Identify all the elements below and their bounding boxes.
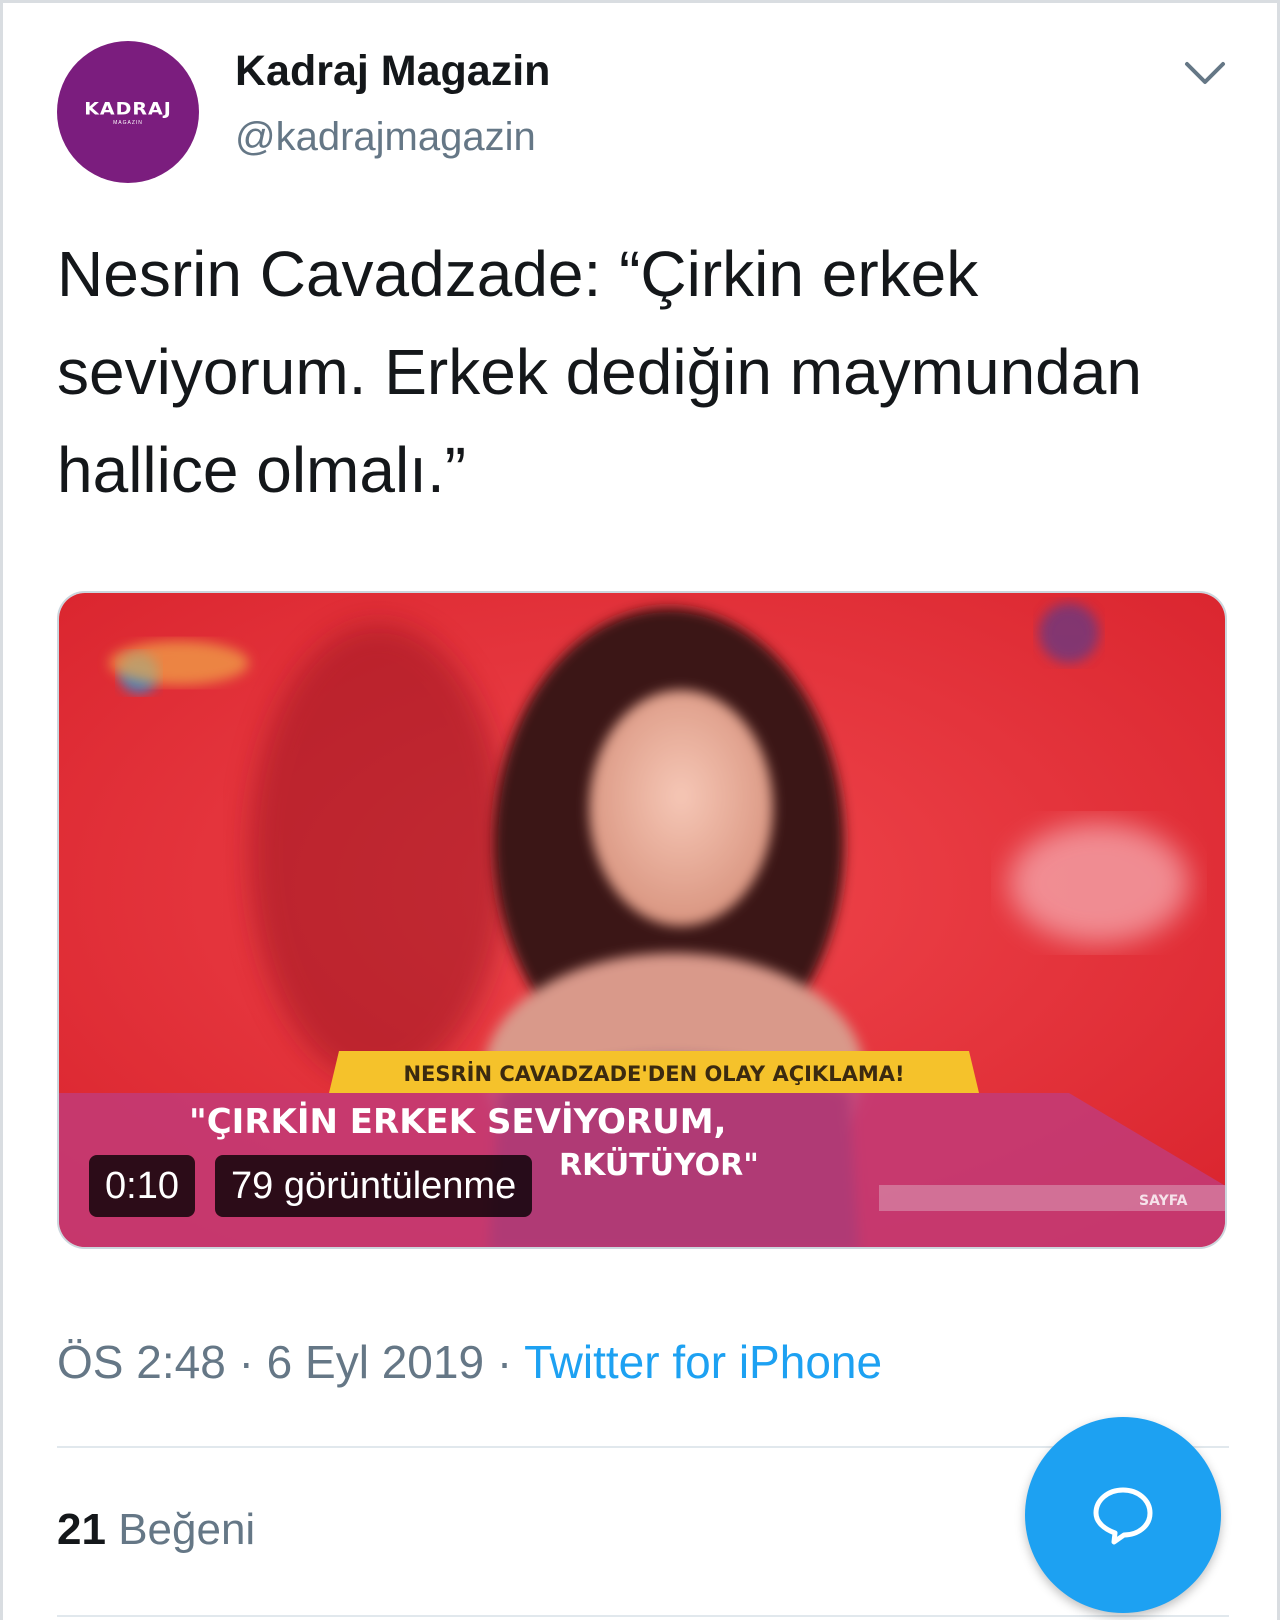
likes-label: Beğeni xyxy=(118,1505,256,1554)
chevron-down-icon[interactable] xyxy=(1183,51,1227,95)
user-handle[interactable]: @kadrajmagazin xyxy=(235,115,536,160)
video-view-count: 79 görüntülenme xyxy=(215,1155,533,1217)
video-caption-line1: "ÇIRKİN ERKEK SEVİYORUM, xyxy=(189,1101,726,1142)
tweet-time: ÖS 2:48 xyxy=(57,1336,226,1388)
video-duration: 0:10 xyxy=(89,1155,195,1217)
tweet-detail-view: KADRAJ MAGAZIN Kadraj Magazin @kadrajmag… xyxy=(0,0,1280,1620)
avatar-brand: KADRAJ xyxy=(84,98,172,119)
video-player[interactable]: NESRİN CAVADZADE'DEN OLAY AÇIKLAMA! "ÇIR… xyxy=(57,591,1227,1249)
tweet-text: Nesrin Cavadzade: “Çirkin erkek seviyoru… xyxy=(57,238,1142,506)
tweet-date: 6 Eyl 2019 xyxy=(266,1336,485,1388)
banner-title: NESRİN CAVADZADE'DEN OLAY AÇIKLAMA! xyxy=(403,1061,904,1086)
tweet-source-link[interactable]: Twitter for iPhone xyxy=(524,1336,882,1388)
divider xyxy=(57,1615,1229,1617)
video-ticker: SAYFA xyxy=(1139,1193,1188,1209)
meta-separator: · xyxy=(238,1336,254,1388)
video-thumbnail: NESRİN CAVADZADE'DEN OLAY AÇIKLAMA! "ÇIR… xyxy=(59,593,1225,1247)
avatar-sub: MAGAZIN xyxy=(113,119,143,126)
meta-separator: · xyxy=(496,1336,513,1388)
avatar[interactable]: KADRAJ MAGAZIN xyxy=(57,41,199,183)
display-name[interactable]: Kadraj Magazin xyxy=(235,47,550,96)
tweet-metadata: ÖS 2:48 · 6 Eyl 2019 · Twitter for iPhon… xyxy=(57,1335,882,1389)
compose-reply-button[interactable] xyxy=(1025,1417,1221,1613)
reply-bubble-icon xyxy=(1093,1487,1153,1545)
video-caption-line2: RKÜTÜYOR" xyxy=(559,1146,759,1183)
likes-count: 21 xyxy=(57,1505,106,1554)
likes-stat[interactable]: 21 Beğeni xyxy=(57,1505,255,1555)
